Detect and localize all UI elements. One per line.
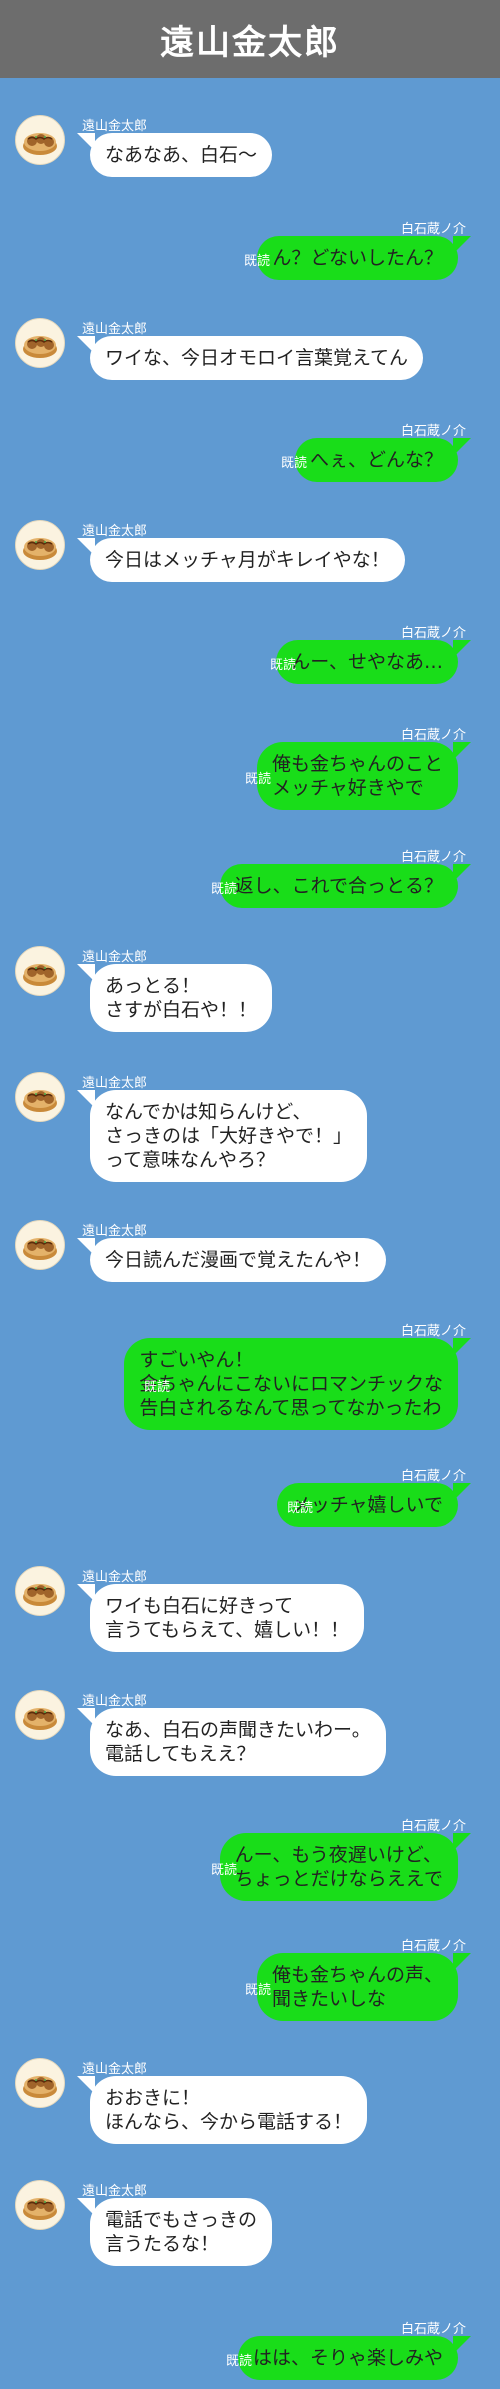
avatar[interactable]	[15, 2058, 65, 2108]
sender-name: 白石蔵ノ介	[400, 626, 466, 641]
sent-message-bubble[interactable]: ん？どないしたん？	[257, 236, 471, 280]
received-message-bubble[interactable]: 電話でもさっきの 言うたるな！	[76, 2198, 273, 2266]
read-receipt: 既読	[245, 772, 272, 787]
takoyaki-icon	[23, 538, 57, 560]
sender-name: 遠山金太郎	[82, 1076, 148, 1091]
avatar[interactable]	[15, 1566, 65, 1616]
sent-message-bubble[interactable]: 返し、これで合っとる？	[219, 864, 472, 908]
read-receipt: 既読	[270, 658, 297, 673]
read-receipt: 既読	[287, 1501, 314, 1516]
avatar[interactable]	[15, 1072, 65, 1122]
sender-name: 白石蔵ノ介	[400, 1469, 466, 1484]
sender-name: 遠山金太郎	[82, 1570, 148, 1585]
takoyaki-icon	[23, 1708, 57, 1730]
chat-title: 遠山金太郎	[160, 22, 340, 63]
avatar[interactable]	[15, 2180, 65, 2230]
sender-name: 遠山金太郎	[82, 524, 148, 539]
chat-header: 遠山金太郎	[0, 0, 500, 78]
sent-message-bubble[interactable]: へぇ、どんな？	[294, 438, 472, 482]
received-message-bubble[interactable]: あっとる！ さすが白石や！！	[76, 964, 273, 1032]
sender-name: 白石蔵ノ介	[400, 424, 466, 439]
takoyaki-icon	[23, 133, 57, 155]
read-receipt: 既読	[211, 882, 238, 897]
avatar[interactable]	[15, 318, 65, 368]
takoyaki-icon	[23, 2076, 57, 2098]
avatar[interactable]	[15, 1690, 65, 1740]
sender-name: 白石蔵ノ介	[400, 1819, 466, 1834]
received-message-bubble[interactable]: 今日はメッチャ月がキレイやな！	[77, 538, 405, 582]
received-message-bubble[interactable]: 今日読んだ漫画で覚えたんや！	[76, 1238, 387, 1282]
read-receipt: 既読	[245, 1983, 272, 1998]
avatar[interactable]	[15, 115, 65, 165]
avatar[interactable]	[15, 520, 65, 570]
sender-name: 遠山金太郎	[82, 950, 148, 965]
sent-message-bubble[interactable]: 俺も金ちゃんの声、 聞きたいしな	[256, 1953, 472, 2021]
read-receipt: 既読	[281, 456, 308, 471]
avatar[interactable]	[15, 1220, 65, 1270]
sent-message-bubble[interactable]: すごいやん！ 金ちゃんにこないにロマンチックな 告白されるなんて思ってなかったわ	[124, 1338, 471, 1430]
sender-name: 遠山金太郎	[82, 2062, 148, 2077]
received-message-bubble[interactable]: ワイも白石に好きって 言うてもらえて、嬉しい！！	[76, 1584, 365, 1652]
sender-name: 白石蔵ノ介	[400, 728, 466, 743]
takoyaki-icon	[23, 1584, 57, 1606]
sent-message-bubble[interactable]: んー、もう夜遅いけど、 ちょっとだけならええで	[219, 1833, 472, 1901]
sender-name: 遠山金太郎	[82, 119, 148, 134]
sent-message-bubble[interactable]: んー、せやなあ…	[276, 640, 471, 684]
read-receipt: 既読	[226, 2354, 253, 2369]
sender-name: 白石蔵ノ介	[400, 1939, 466, 1954]
sender-name: 白石蔵ノ介	[400, 850, 466, 865]
sent-message-bubble[interactable]: 俺も金ちゃんのこと メッチャ好きやで	[256, 742, 472, 810]
read-receipt: 既読	[144, 1380, 171, 1395]
sender-name: 遠山金太郎	[82, 322, 148, 337]
sent-message-bubble[interactable]: はは、そりゃ楽しみや	[237, 2336, 472, 2380]
read-receipt: 既読	[244, 254, 271, 269]
received-message-bubble[interactable]: ワイな、今日オモロイ言葉覚えてん	[76, 336, 424, 380]
read-receipt: 既読	[211, 1863, 238, 1878]
received-message-bubble[interactable]: なあ、白石の声聞きたいわー。 電話してもええ？	[77, 1708, 386, 1776]
sender-name: 遠山金太郎	[82, 1224, 148, 1239]
takoyaki-icon	[23, 1090, 57, 1112]
takoyaki-icon	[23, 336, 57, 358]
sender-name: 白石蔵ノ介	[400, 1324, 466, 1339]
takoyaki-icon	[23, 1238, 57, 1260]
received-message-bubble[interactable]: なんでかは知らんけど、 さっきのは「大好きやで！」 って意味なんやろ？	[76, 1090, 368, 1182]
takoyaki-icon	[23, 964, 57, 986]
sender-name: 白石蔵ノ介	[400, 222, 466, 237]
sender-name: 白石蔵ノ介	[400, 2322, 466, 2337]
avatar[interactable]	[15, 946, 65, 996]
received-message-bubble[interactable]: おおきに！ ほんなら、今から電話する！	[76, 2076, 368, 2144]
sender-name: 遠山金太郎	[82, 2184, 148, 2199]
sender-name: 遠山金太郎	[82, 1694, 148, 1709]
takoyaki-icon	[23, 2198, 57, 2220]
received-message-bubble[interactable]: なあなあ、白石〜	[76, 133, 273, 177]
